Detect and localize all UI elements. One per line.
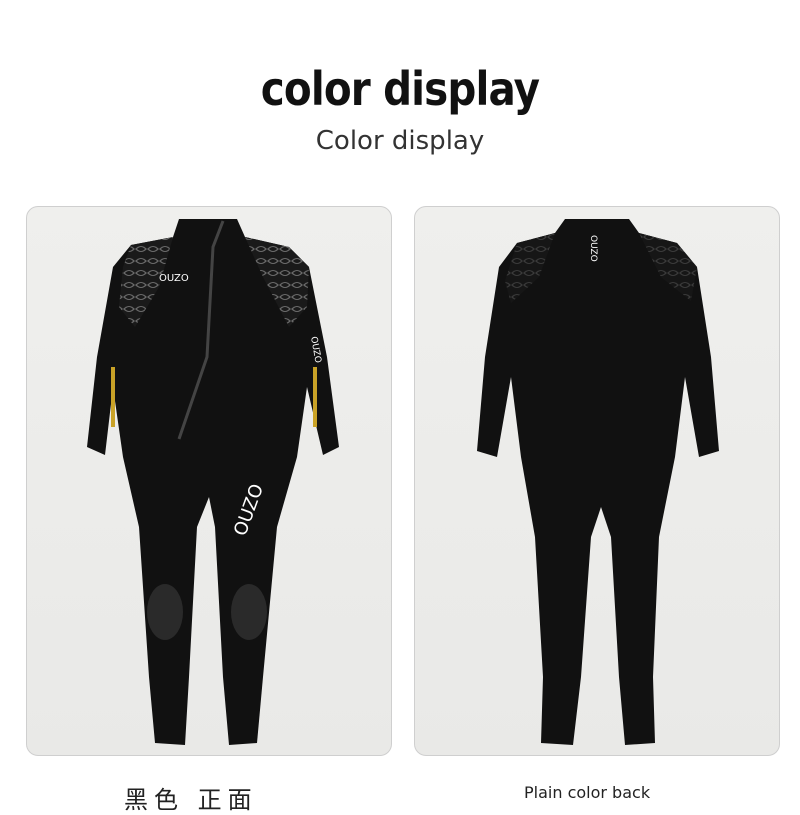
caption-back: Plain color back — [524, 783, 651, 802]
product-image-back[interactable]: OUZO — [414, 206, 780, 756]
chest-brand-text: OUZO — [159, 273, 189, 284]
knee-pad-right — [231, 584, 267, 640]
wetsuit-front-illustration: OUZO OUZO OUZO — [87, 219, 339, 745]
caption-front: 黑色 正面 — [124, 786, 258, 814]
page-title: color display — [260, 62, 540, 116]
page-subtitle: Color display — [315, 126, 485, 156]
product-image-front[interactable]: OUZO OUZO OUZO — [26, 206, 392, 756]
arm-stripe-right — [313, 367, 317, 427]
wetsuit-back-illustration: OUZO — [477, 219, 719, 745]
arm-stripe-left — [111, 367, 115, 427]
knee-pad-left — [147, 584, 183, 640]
back-brand-text: OUZO — [588, 235, 598, 262]
